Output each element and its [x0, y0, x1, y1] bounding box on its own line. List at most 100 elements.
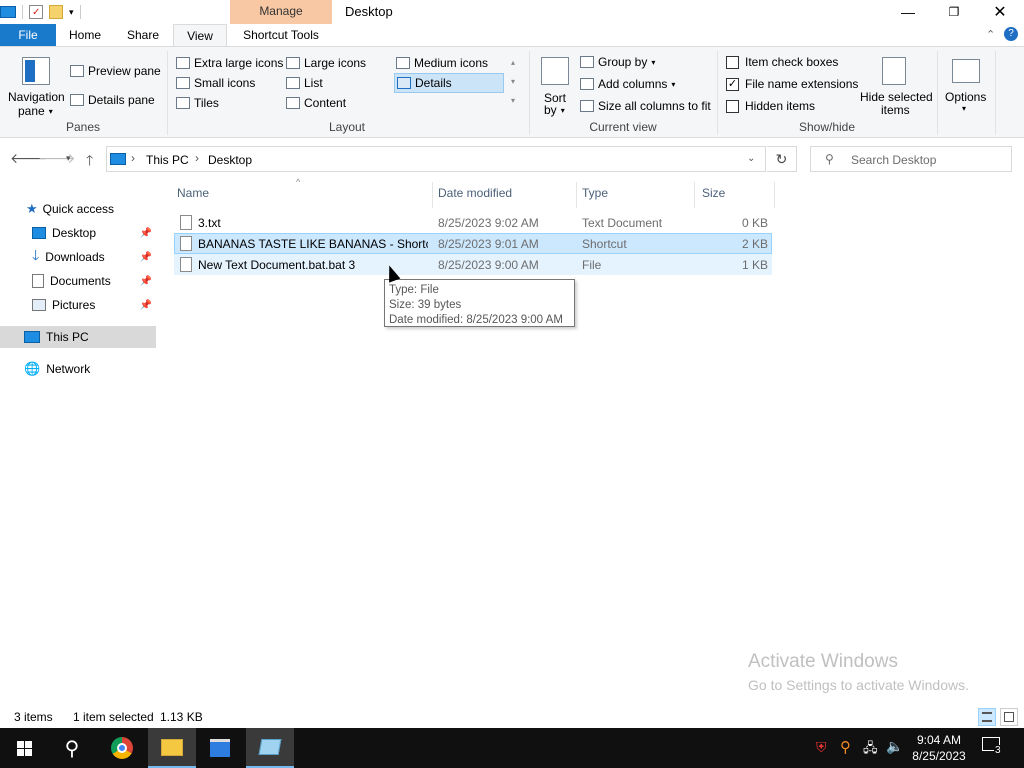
add-columns-button[interactable]: Add columns ▾ — [580, 77, 675, 91]
system-clock[interactable]: 9:04 AM 8/25/2023 — [906, 732, 972, 764]
current-view-group-label: Current view — [589, 120, 657, 134]
file-name-extensions-label: File name extensions — [745, 77, 859, 91]
file-name: BANANAS TASTE LIKE BANANAS - Shortc... — [198, 237, 428, 251]
nav-downloads[interactable]: 🡓 Downloads 📌 — [0, 246, 156, 268]
layout-scrollbar[interactable]: ▴ ▾ ▾ — [508, 53, 518, 113]
medium-icons-option[interactable]: Medium icons — [396, 56, 488, 70]
address-bar[interactable]: › This PC › Desktop ⌄ — [106, 146, 766, 172]
close-button[interactable]: ✕ — [977, 0, 1023, 24]
recent-locations-button[interactable]: ▾ — [66, 153, 71, 164]
address-dropdown-icon[interactable]: ⌄ — [747, 153, 755, 164]
status-bar: 3 items 1 item selected 1.13 KB — [0, 706, 1024, 728]
properties-icon[interactable]: ✓ — [29, 5, 43, 19]
content-option[interactable]: Content — [286, 96, 346, 110]
chrome-taskbar-button[interactable] — [98, 728, 146, 768]
large-icons-view-button[interactable] — [1000, 708, 1018, 726]
file-date: 8/25/2023 9:00 AM — [438, 258, 539, 272]
notepad-taskbar-button[interactable] — [246, 728, 294, 768]
collapse-ribbon-icon[interactable]: ⌃ — [986, 28, 995, 41]
search-input[interactable]: Search Desktop — [851, 153, 936, 167]
column-size[interactable]: Size — [702, 186, 725, 200]
restore-button[interactable]: ❐ — [931, 0, 977, 24]
nav-network[interactable]: 🌐 Network — [0, 358, 156, 380]
tab-shortcut-tools[interactable]: Shortcut Tools — [231, 24, 331, 46]
options-button[interactable]: Options — [945, 90, 986, 104]
column-separator[interactable] — [774, 182, 775, 208]
security-tray-icon[interactable]: ⛨ — [816, 739, 827, 756]
action-center-button[interactable]: 3 — [982, 737, 1004, 757]
hidden-items-label: Hidden items — [745, 99, 816, 113]
item-check-boxes-checkbox[interactable] — [726, 55, 739, 69]
hide-selected-button[interactable]: Hide selected — [860, 90, 933, 104]
network-tray-icon[interactable]: 🖧 — [863, 739, 878, 761]
clock-time: 9:04 AM — [916, 733, 962, 747]
tooltip-type: Type: File — [389, 284, 439, 296]
details-option[interactable]: Details — [394, 73, 504, 93]
file-row[interactable]: 3.txt 8/25/2023 9:02 AM Text Document 0 … — [174, 212, 772, 233]
breadcrumb-desktop[interactable]: Desktop — [208, 153, 252, 167]
nav-this-pc[interactable]: This PC — [0, 326, 156, 348]
minimize-button[interactable]: — — [885, 0, 931, 24]
tiles-option[interactable]: Tiles — [176, 96, 219, 110]
hide-selected-label: Hide selected — [860, 90, 933, 104]
refresh-button[interactable]: ↻ — [767, 146, 797, 172]
file-date: 8/25/2023 9:01 AM — [438, 237, 539, 251]
size-all-columns-button[interactable]: Size all columns to fit — [580, 99, 711, 113]
search-box[interactable]: ⚲ Search Desktop — [810, 146, 1012, 172]
nav-quick-access[interactable]: ★ Quick access — [0, 198, 156, 220]
file-size: 2 KB — [741, 237, 768, 251]
breadcrumb-this-pc[interactable]: This PC — [146, 153, 189, 167]
chevron-down-icon: ▾ — [48, 106, 53, 116]
manage-context-tab[interactable]: Manage — [230, 0, 332, 24]
small-icons-option[interactable]: Small icons — [176, 76, 255, 90]
hidden-items-checkbox[interactable] — [726, 99, 739, 113]
chevron-down-icon[interactable]: ▾ — [962, 104, 966, 113]
explorer-icon[interactable] — [0, 6, 16, 18]
nav-desktop[interactable]: Desktop 📌 — [0, 222, 156, 244]
column-name[interactable]: Name — [177, 186, 209, 200]
nav-documents[interactable]: Documents 📌 — [0, 270, 156, 292]
column-separator[interactable] — [432, 182, 433, 208]
tab-view[interactable]: View — [173, 24, 227, 46]
column-separator[interactable] — [576, 182, 577, 208]
new-folder-icon[interactable] — [49, 5, 63, 19]
file-name-extensions-checkbox[interactable]: ✓ — [726, 77, 739, 91]
up-button[interactable]: 🡑 — [86, 150, 93, 174]
help-icon[interactable]: ? — [1004, 27, 1018, 41]
qat-dropdown-icon[interactable]: ▾ — [69, 7, 74, 18]
search-tray-icon[interactable]: ⚲ — [840, 738, 851, 756]
navigation-pane-button[interactable]: Navigation — [8, 90, 65, 104]
hide-selected-button-2[interactable]: items — [881, 103, 910, 117]
store-taskbar-button[interactable] — [196, 728, 244, 768]
group-by-button[interactable]: Group by ▾ — [580, 55, 655, 69]
qat-separator — [22, 5, 23, 19]
tab-home[interactable]: Home — [58, 24, 112, 46]
sort-by-dropdown[interactable]: by ▾ — [544, 103, 565, 117]
file-row[interactable]: New Text Document.bat.bat 3 8/25/2023 9:… — [174, 254, 772, 275]
breadcrumb-chevron-icon: › — [195, 151, 199, 165]
search-taskbar-button[interactable]: ⚲ — [48, 728, 96, 768]
medium-icons-icon — [396, 57, 410, 69]
file-row[interactable]: BANANAS TASTE LIKE BANANAS - Shortc... 8… — [174, 233, 772, 254]
preview-pane-button[interactable]: Preview pane — [70, 64, 161, 78]
column-type[interactable]: Type — [582, 186, 608, 200]
large-icons-option[interactable]: Large icons — [286, 56, 366, 70]
item-check-boxes-toggle[interactable]: Item check boxes — [726, 55, 838, 69]
extra-large-icons-label: Extra large icons — [194, 56, 284, 70]
start-button[interactable] — [0, 728, 48, 768]
column-date-modified[interactable]: Date modified — [438, 186, 512, 200]
file-explorer-taskbar-button[interactable] — [148, 728, 196, 768]
tab-share[interactable]: Share — [116, 24, 170, 46]
volume-tray-icon[interactable]: 🔈 — [886, 738, 903, 755]
file-name-extensions-toggle[interactable]: ✓ File name extensions — [726, 77, 858, 91]
list-option[interactable]: List — [286, 76, 323, 90]
extra-large-icons-option[interactable]: Extra large icons — [176, 56, 283, 70]
hidden-items-toggle[interactable]: Hidden items — [726, 99, 815, 113]
nav-pictures[interactable]: Pictures 📌 — [0, 294, 156, 316]
size-all-columns-label: Size all columns to fit — [598, 99, 711, 113]
tab-file[interactable]: File — [0, 24, 56, 46]
navigation-pane-dropdown[interactable]: pane ▾ — [18, 104, 53, 118]
column-separator[interactable] — [694, 182, 695, 208]
details-pane-button[interactable]: Details pane — [70, 93, 155, 107]
details-view-button[interactable] — [978, 708, 996, 726]
